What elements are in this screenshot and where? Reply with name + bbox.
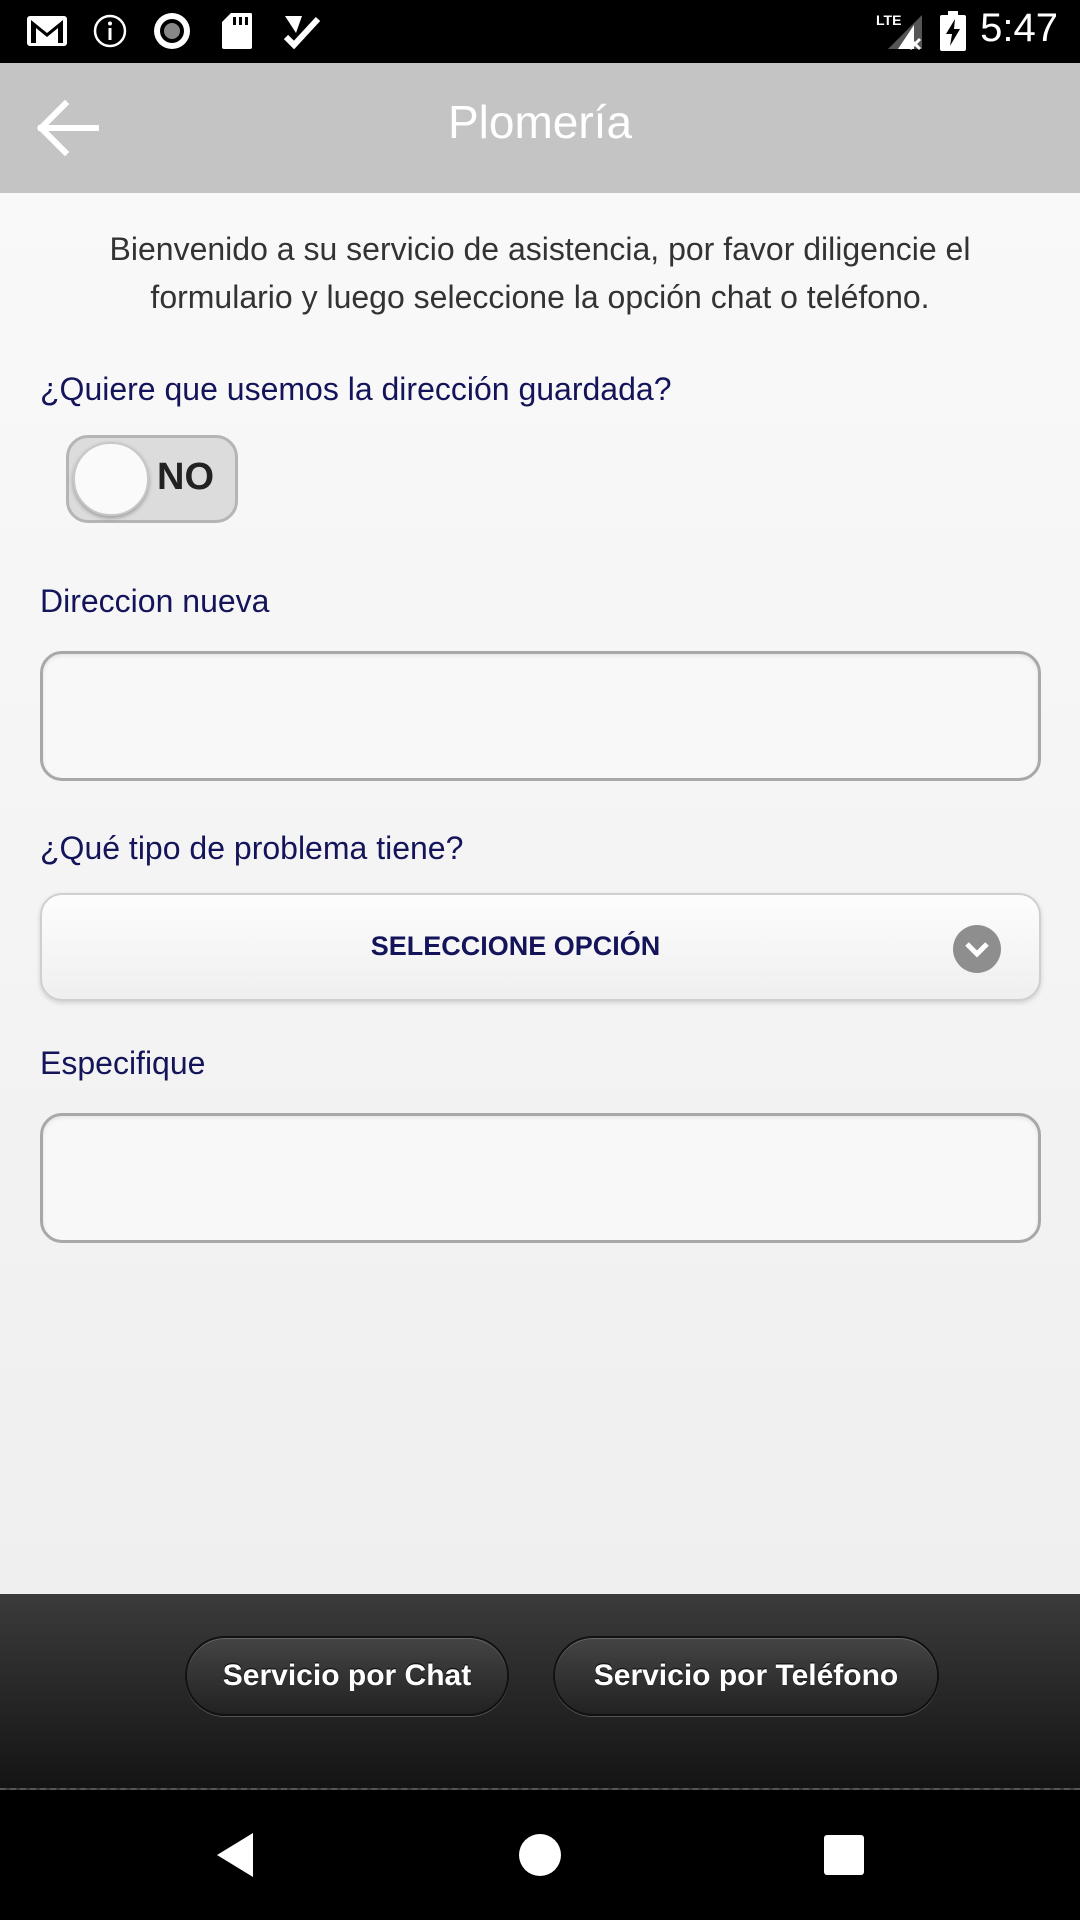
clock: 5:47	[980, 6, 1058, 50]
toggle-knob	[73, 442, 149, 516]
record-icon	[152, 12, 192, 50]
svg-text:LTE: LTE	[876, 12, 901, 28]
saved-address-question: ¿Quiere que usemos la dirección guardada…	[40, 371, 672, 407]
nav-back-button[interactable]	[200, 1820, 270, 1890]
phone-service-button[interactable]: Servicio por Teléfono	[553, 1636, 939, 1716]
problem-type-select[interactable]: SELECCIONE OPCIÓN	[40, 893, 1041, 1001]
home-icon	[519, 1834, 561, 1876]
specify-label: Especifique	[40, 1045, 206, 1081]
recents-icon	[824, 1835, 864, 1875]
checklist-icon	[282, 12, 322, 50]
new-address-label: Direccion nueva	[40, 583, 270, 619]
specify-textarea[interactable]	[40, 1113, 1041, 1243]
status-bar: LTE 5:47	[0, 0, 1080, 63]
gmail-icon	[26, 12, 68, 50]
back-icon	[217, 1833, 253, 1877]
sd-card-icon	[220, 12, 254, 50]
chat-service-button[interactable]: Servicio por Chat	[185, 1636, 509, 1716]
info-icon	[92, 12, 128, 50]
app-header: Plomería	[0, 63, 1080, 193]
battery-charging-icon	[938, 11, 968, 51]
new-address-textarea[interactable]	[40, 651, 1041, 781]
action-bar: Servicio por Chat Servicio por Teléfono	[0, 1594, 1080, 1790]
system-nav-bar	[0, 1790, 1080, 1920]
toggle-label: NO	[157, 456, 214, 498]
chevron-down-icon	[953, 925, 1001, 973]
form-content: Bienvenido a su servicio de asistencia, …	[0, 193, 1080, 1594]
problem-type-label: ¿Qué tipo de problema tiene?	[40, 830, 464, 866]
page-title: Plomería	[447, 96, 633, 148]
nav-recents-button[interactable]	[809, 1820, 879, 1890]
nav-home-button[interactable]	[505, 1820, 575, 1890]
signal-lte-icon: LTE	[876, 12, 924, 51]
saved-address-toggle[interactable]: NO	[66, 435, 238, 523]
problem-type-selected-value: SELECCIONE OPCIÓN	[370, 931, 661, 961]
intro-text: Bienvenido a su servicio de asistencia, …	[109, 231, 971, 315]
